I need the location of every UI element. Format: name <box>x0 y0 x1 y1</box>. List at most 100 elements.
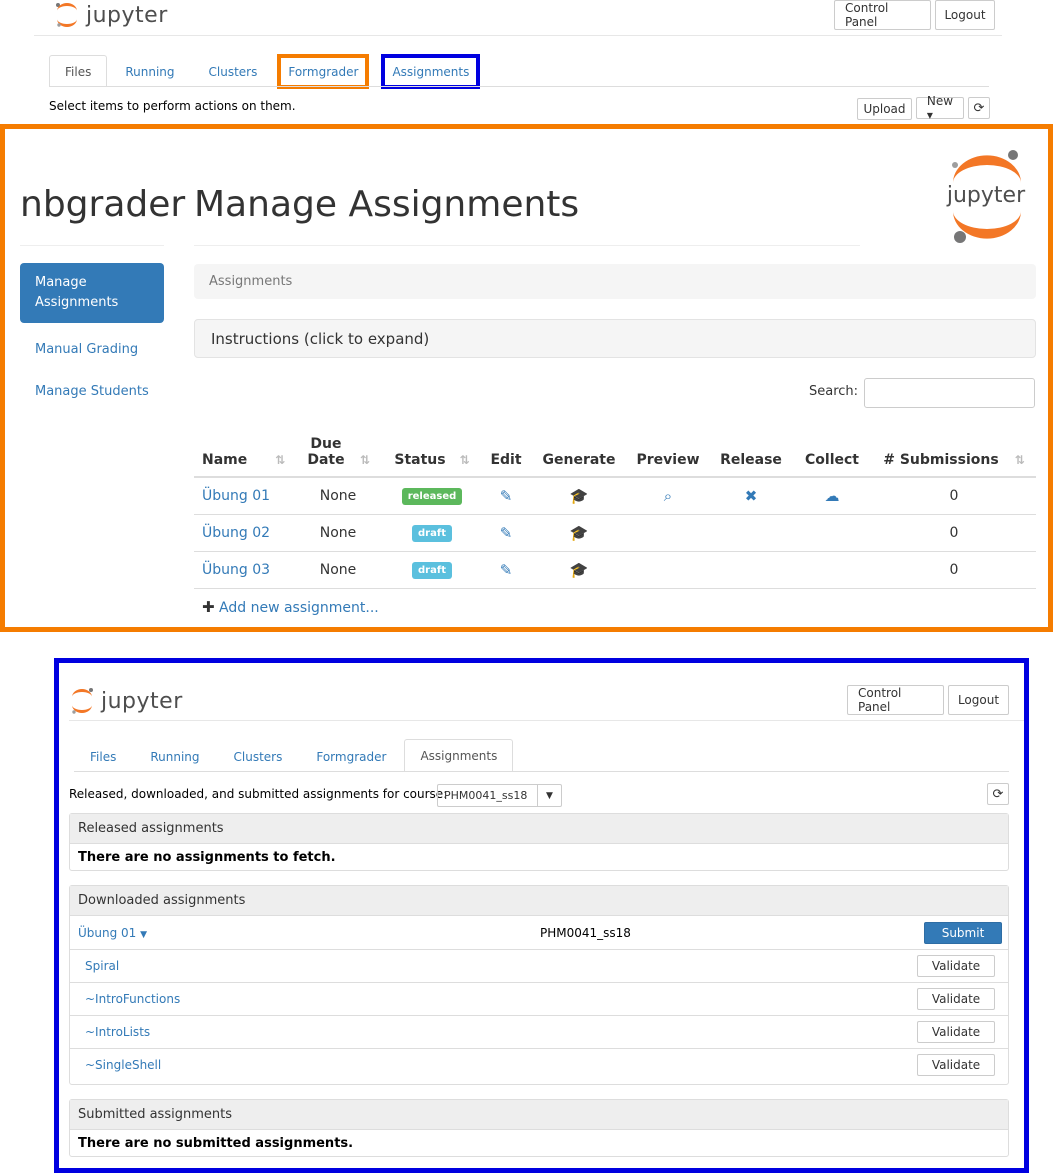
tab-running[interactable]: Running <box>109 55 190 87</box>
new-dropdown-button[interactable]: New ▾ <box>916 94 964 122</box>
jupyter-logo-icon <box>56 3 77 27</box>
released-assignments-panel: Released assignments There are no assign… <box>69 813 1009 871</box>
tab-clusters[interactable]: Clusters <box>218 740 299 772</box>
course-select[interactable]: PHM0041_ss18 ▼ <box>437 784 562 807</box>
generate-graduation-cap-icon[interactable]: 🎓 <box>570 487 589 505</box>
column-name[interactable]: Name ⇅ <box>194 427 292 478</box>
column-edit: Edit <box>480 427 532 478</box>
notebook-link[interactable]: ~IntroLists <box>85 1025 150 1039</box>
column-submissions[interactable]: # Submissions ⇅ <box>872 427 1036 478</box>
jupyter-logo[interactable]: jupyter <box>54 2 168 28</box>
assignment-link[interactable]: Übung 02 <box>202 525 270 541</box>
tab-running[interactable]: Running <box>134 740 215 772</box>
assignment-course: PHM0041_ss18 <box>540 925 631 940</box>
table-row: Übung 02 None draft ✎ 🎓 0 <box>194 513 1036 551</box>
tab-assignments[interactable]: Assignments <box>404 739 514 772</box>
column-status[interactable]: Status ⇅ <box>384 427 480 478</box>
generate-graduation-cap-icon[interactable]: 🎓 <box>570 561 589 579</box>
notebook-row: ~IntroLists Validate <box>70 1015 1008 1048</box>
formgrader-panel: nbgrader Manage Assignments jupyter Mana… <box>0 124 1053 632</box>
due-date-cell: None <box>292 550 384 588</box>
validate-button[interactable]: Validate <box>917 988 995 1010</box>
column-preview: Preview <box>626 427 710 478</box>
submissions-count: 0 <box>872 476 1036 514</box>
jupyter-logo[interactable]: jupyter <box>69 687 183 715</box>
sidebar-item-manage-assignments[interactable]: Manage Assignments <box>20 263 164 323</box>
jupyter-logo-icon <box>72 688 93 714</box>
refresh-icon[interactable]: ⟳ <box>968 97 990 119</box>
caret-down-icon: ▼ <box>537 785 561 806</box>
release-close-icon[interactable]: ✖ <box>745 487 758 505</box>
validate-button[interactable]: Validate <box>917 1054 995 1076</box>
notebook-link[interactable]: Spiral <box>85 959 119 973</box>
logout-button[interactable]: Logout <box>948 685 1009 715</box>
caret-down-icon: ▼ <box>140 929 148 940</box>
control-panel-button[interactable]: Control Panel <box>847 685 944 715</box>
edit-pencil-icon[interactable]: ✎ <box>500 487 513 505</box>
due-date-cell: None <box>292 513 384 551</box>
status-badge: draft <box>412 524 452 542</box>
logout-button[interactable]: Logout <box>935 0 995 30</box>
sort-icon: ⇅ <box>359 453 371 467</box>
preview-search-icon[interactable]: ⌕ <box>664 487 672 505</box>
table-row: Übung 01 None released ✎ 🎓 ⌕ ✖ ☁ 0 <box>194 476 1036 514</box>
brand-divider <box>20 245 164 246</box>
column-due-label: Due Date <box>307 436 345 468</box>
plus-icon: ✚ <box>202 597 215 616</box>
title-divider <box>194 245 860 246</box>
tab-files[interactable]: Files <box>74 740 132 772</box>
tab-formgrader[interactable]: Formgrader <box>300 740 402 772</box>
submitted-head: Submitted assignments <box>70 1100 1008 1130</box>
notebook-row: ~IntroFunctions Validate <box>70 982 1008 1015</box>
assignment-name: Übung 01 <box>78 925 137 940</box>
submitted-empty-message: There are no submitted assignments. <box>78 1135 354 1151</box>
tab-clusters[interactable]: Clusters <box>193 55 274 87</box>
due-date-cell: None <box>292 476 384 514</box>
header-divider <box>69 720 1024 721</box>
refresh-icon[interactable]: ⟳ <box>987 783 1009 805</box>
status-badge: released <box>401 487 463 505</box>
notebook-link[interactable]: ~IntroFunctions <box>85 992 180 1006</box>
assignments-panel: jupyter Control Panel Logout Files Runni… <box>54 658 1029 1173</box>
released-head: Released assignments <box>70 814 1008 844</box>
tab-files[interactable]: Files <box>49 55 108 87</box>
submit-button[interactable]: Submit <box>924 921 1002 944</box>
generate-graduation-cap-icon[interactable]: 🎓 <box>570 524 589 542</box>
add-new-assignment-link[interactable]: Add new assignment... <box>219 600 379 616</box>
downloaded-assignment-row: Übung 01 ▼ PHM0041_ss18 Submit <box>70 917 1008 948</box>
assignment-dropdown[interactable]: Übung 01 ▼ <box>78 926 147 940</box>
notebook-row: ~SingleShell Validate <box>70 1048 1008 1081</box>
jupyter-wordmark: jupyter <box>86 2 168 28</box>
validate-button[interactable]: Validate <box>917 955 995 977</box>
submissions-count: 0 <box>872 550 1036 588</box>
sidebar-item-manage-students[interactable]: Manage Students <box>35 382 149 402</box>
jupyter-wordmark-large: jupyter <box>946 183 1026 208</box>
validate-button[interactable]: Validate <box>917 1021 995 1043</box>
downloaded-assignments-panel: Downloaded assignments Übung 01 ▼ PHM004… <box>69 885 1009 1085</box>
column-status-label: Status <box>394 452 446 468</box>
search-input[interactable] <box>864 378 1035 408</box>
breadcrumb[interactable]: Assignments <box>194 264 1036 299</box>
page-title: Manage Assignments <box>194 184 580 225</box>
column-generate: Generate <box>532 427 626 478</box>
sidebar-item-manual-grading[interactable]: Manual Grading <box>35 340 138 360</box>
notebook-link[interactable]: ~SingleShell <box>85 1058 161 1072</box>
tab-assignments[interactable]: Assignments <box>381 54 481 89</box>
upload-button[interactable]: Upload <box>857 98 912 120</box>
edit-pencil-icon[interactable]: ✎ <box>500 524 513 542</box>
edit-pencil-icon[interactable]: ✎ <box>500 561 513 579</box>
instructions-panel[interactable]: Instructions (click to expand) <box>194 319 1036 358</box>
downloaded-head: Downloaded assignments <box>70 886 1008 916</box>
submitted-assignments-panel: Submitted assignments There are no submi… <box>69 1099 1009 1157</box>
sort-icon: ⇅ <box>459 453 470 467</box>
main-tabs: Files Running Clusters Formgrader Assign… <box>49 54 481 89</box>
tab-formgrader[interactable]: Formgrader <box>277 54 370 89</box>
column-due-date[interactable]: Due Date ⇅ <box>292 427 384 478</box>
assignment-link[interactable]: Übung 01 <box>202 488 270 504</box>
control-panel-button[interactable]: Control Panel <box>834 0 931 30</box>
course-select-value: PHM0041_ss18 <box>444 789 528 802</box>
collect-cloud-download-icon[interactable]: ☁ <box>825 487 840 505</box>
assignment-link[interactable]: Übung 03 <box>202 562 270 578</box>
status-badge: draft <box>412 561 452 579</box>
released-empty-message: There are no assignments to fetch. <box>78 849 336 865</box>
